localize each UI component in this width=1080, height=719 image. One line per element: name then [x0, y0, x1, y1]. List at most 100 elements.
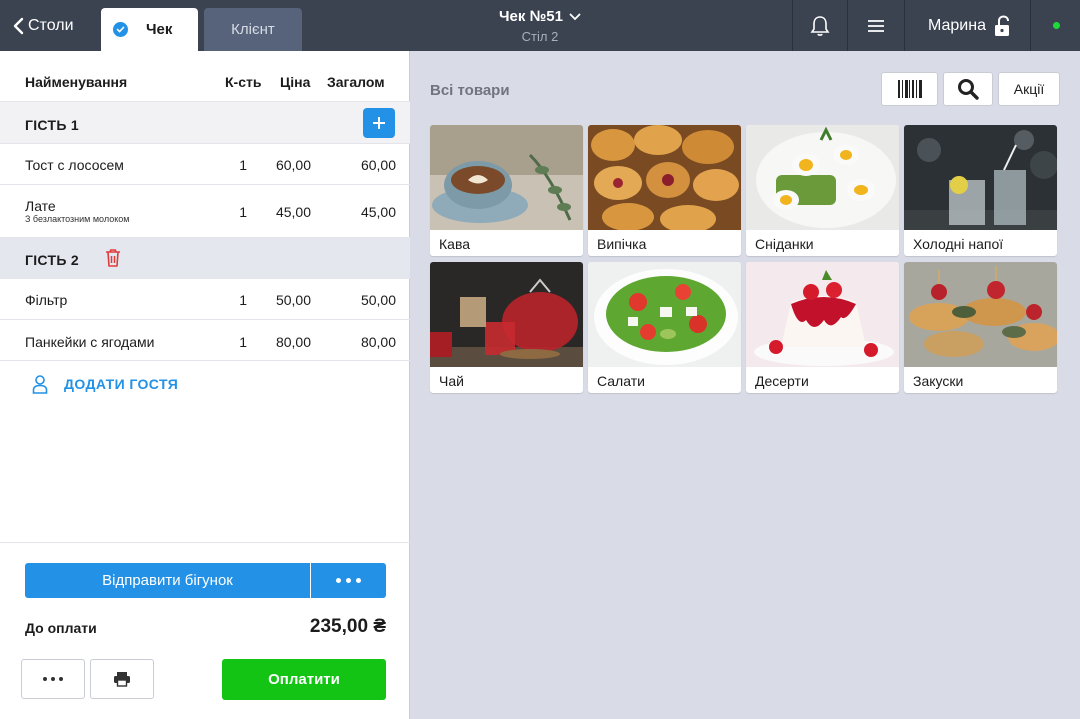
- printer-icon: [114, 672, 130, 687]
- category-tile-coffee[interactable]: Кава: [430, 125, 583, 256]
- snacks-photo-icon: [904, 262, 1057, 367]
- add-item-button[interactable]: [363, 108, 395, 138]
- tab-client[interactable]: Клієнт: [204, 8, 302, 51]
- more-options-button[interactable]: [21, 659, 85, 699]
- dessert-photo-icon: [746, 262, 899, 367]
- promotions-button[interactable]: Акції: [998, 72, 1060, 106]
- table-row[interactable]: Фільтр 1 50,00 50,00: [0, 279, 410, 320]
- add-guest-button[interactable]: ДОДАТИ ГОСТЯ: [32, 374, 178, 394]
- online-status-indicator: [1053, 22, 1060, 29]
- category-tile-salads[interactable]: Салати: [588, 262, 741, 393]
- trash-icon: [106, 249, 120, 267]
- catalog-title: Всі товари: [430, 82, 510, 99]
- user-lock-button[interactable]: Марина: [928, 0, 1012, 51]
- unlock-icon: [994, 14, 1009, 36]
- pay-label: Оплатити: [268, 671, 340, 688]
- order-panel: Найменування К-сть Ціна Загалом ГІСТЬ 1 …: [0, 51, 410, 719]
- item-qty: 1: [239, 334, 247, 350]
- barcode-icon: [897, 80, 922, 98]
- plus-icon: [373, 117, 385, 129]
- check-title: Чек №51: [499, 8, 563, 25]
- check-circle-icon: [113, 22, 128, 37]
- category-tile-desserts[interactable]: Десерти: [746, 262, 899, 393]
- check-title-dropdown[interactable]: Чек №51 Стіл 2: [440, 8, 640, 44]
- divider: [1030, 0, 1031, 51]
- item-price: 80,00: [275, 334, 311, 350]
- chevron-down-icon: [569, 13, 581, 20]
- guest-1-label: ГІСТЬ 1: [25, 117, 79, 133]
- category-tile-snacks[interactable]: Закуски: [904, 262, 1057, 393]
- more-dots-icon: [51, 677, 55, 681]
- top-bar: Столи Чек Клієнт Чек №51 Стіл 2 Марина: [0, 0, 1080, 51]
- send-more-button[interactable]: [311, 563, 386, 598]
- item-price: 45,00: [275, 204, 311, 220]
- print-button[interactable]: [90, 659, 154, 699]
- item-total: 60,00: [360, 157, 396, 173]
- person-icon: [32, 375, 48, 394]
- item-price: 50,00: [275, 292, 311, 308]
- table-row[interactable]: Панкейки с ягодами 1 80,00 80,00: [0, 320, 410, 361]
- column-name: Найменування: [25, 74, 128, 90]
- divider: [0, 542, 410, 543]
- user-name: Марина: [928, 16, 986, 34]
- amount-due-label: До оплати: [25, 620, 97, 636]
- category-label: Сніданки: [755, 236, 814, 252]
- item-qty: 1: [239, 292, 247, 308]
- back-to-tables-button[interactable]: Столи: [12, 0, 74, 51]
- more-dots-icon: [43, 677, 47, 681]
- category-tile-tea[interactable]: Чай: [430, 262, 583, 393]
- barcode-scan-button[interactable]: [881, 72, 938, 106]
- salad-photo-icon: [588, 262, 741, 367]
- category-tile-breakfast[interactable]: Сніданки: [746, 125, 899, 256]
- column-qty: К-сть: [225, 74, 262, 90]
- more-dots-icon: [336, 578, 341, 583]
- item-name: Лате: [25, 198, 56, 214]
- category-label: Десерти: [755, 373, 809, 389]
- item-name: Панкейки с ягодами: [25, 334, 155, 350]
- category-label: Випічка: [597, 236, 647, 252]
- category-label: Салати: [597, 373, 645, 389]
- category-label: Холодні напої: [913, 236, 1004, 252]
- guest-2-header[interactable]: ГІСТЬ 2: [0, 238, 410, 279]
- more-dots-icon: [356, 578, 361, 583]
- breakfast-photo-icon: [746, 125, 899, 230]
- tab-client-label: Клієнт: [231, 21, 275, 38]
- more-dots-icon: [346, 578, 351, 583]
- item-note: З безлактозним молоком: [25, 214, 130, 224]
- pay-button[interactable]: Оплатити: [222, 659, 386, 700]
- more-dots-icon: [59, 677, 63, 681]
- category-tile-pastry[interactable]: Випічка: [588, 125, 741, 256]
- item-price: 60,00: [275, 157, 311, 173]
- cold-drinks-photo-icon: [904, 125, 1057, 230]
- category-label: Закуски: [913, 373, 964, 389]
- table-subtitle: Стіл 2: [521, 29, 559, 44]
- guest-1-header[interactable]: ГІСТЬ 1: [0, 102, 410, 144]
- menu-button[interactable]: [848, 0, 904, 51]
- table-row[interactable]: Лате З безлактозним молоком 1 45,00 45,0…: [0, 185, 410, 238]
- tab-check[interactable]: Чек: [101, 8, 198, 51]
- item-total: 50,00: [360, 292, 396, 308]
- guest-2-label: ГІСТЬ 2: [25, 252, 79, 268]
- chevron-left-icon: [13, 17, 24, 34]
- delete-guest-button[interactable]: [104, 248, 122, 271]
- pastry-photo-icon: [588, 125, 741, 230]
- search-button[interactable]: [943, 72, 993, 106]
- order-table-header: Найменування К-сть Ціна Загалом: [0, 51, 410, 102]
- notifications-button[interactable]: [793, 0, 847, 51]
- back-label: Столи: [28, 16, 74, 34]
- divider: [904, 0, 905, 51]
- item-name: Тост с лососем: [25, 157, 124, 173]
- amount-due-value: 235,00 ₴: [309, 616, 386, 637]
- bell-icon: [810, 15, 830, 36]
- item-name: Фільтр: [25, 292, 68, 308]
- item-qty: 1: [239, 204, 247, 220]
- category-label: Чай: [439, 373, 464, 389]
- search-icon: [958, 79, 979, 100]
- item-total: 45,00: [360, 204, 396, 220]
- table-row[interactable]: Тост с лососем 1 60,00 60,00: [0, 144, 410, 185]
- category-tile-cold-drinks[interactable]: Холодні напої: [904, 125, 1057, 256]
- tab-check-label: Чек: [146, 21, 173, 38]
- send-runner-button[interactable]: Відправити бігунок: [25, 563, 310, 598]
- column-total: Загалом: [327, 74, 385, 90]
- hamburger-menu-icon: [868, 19, 884, 32]
